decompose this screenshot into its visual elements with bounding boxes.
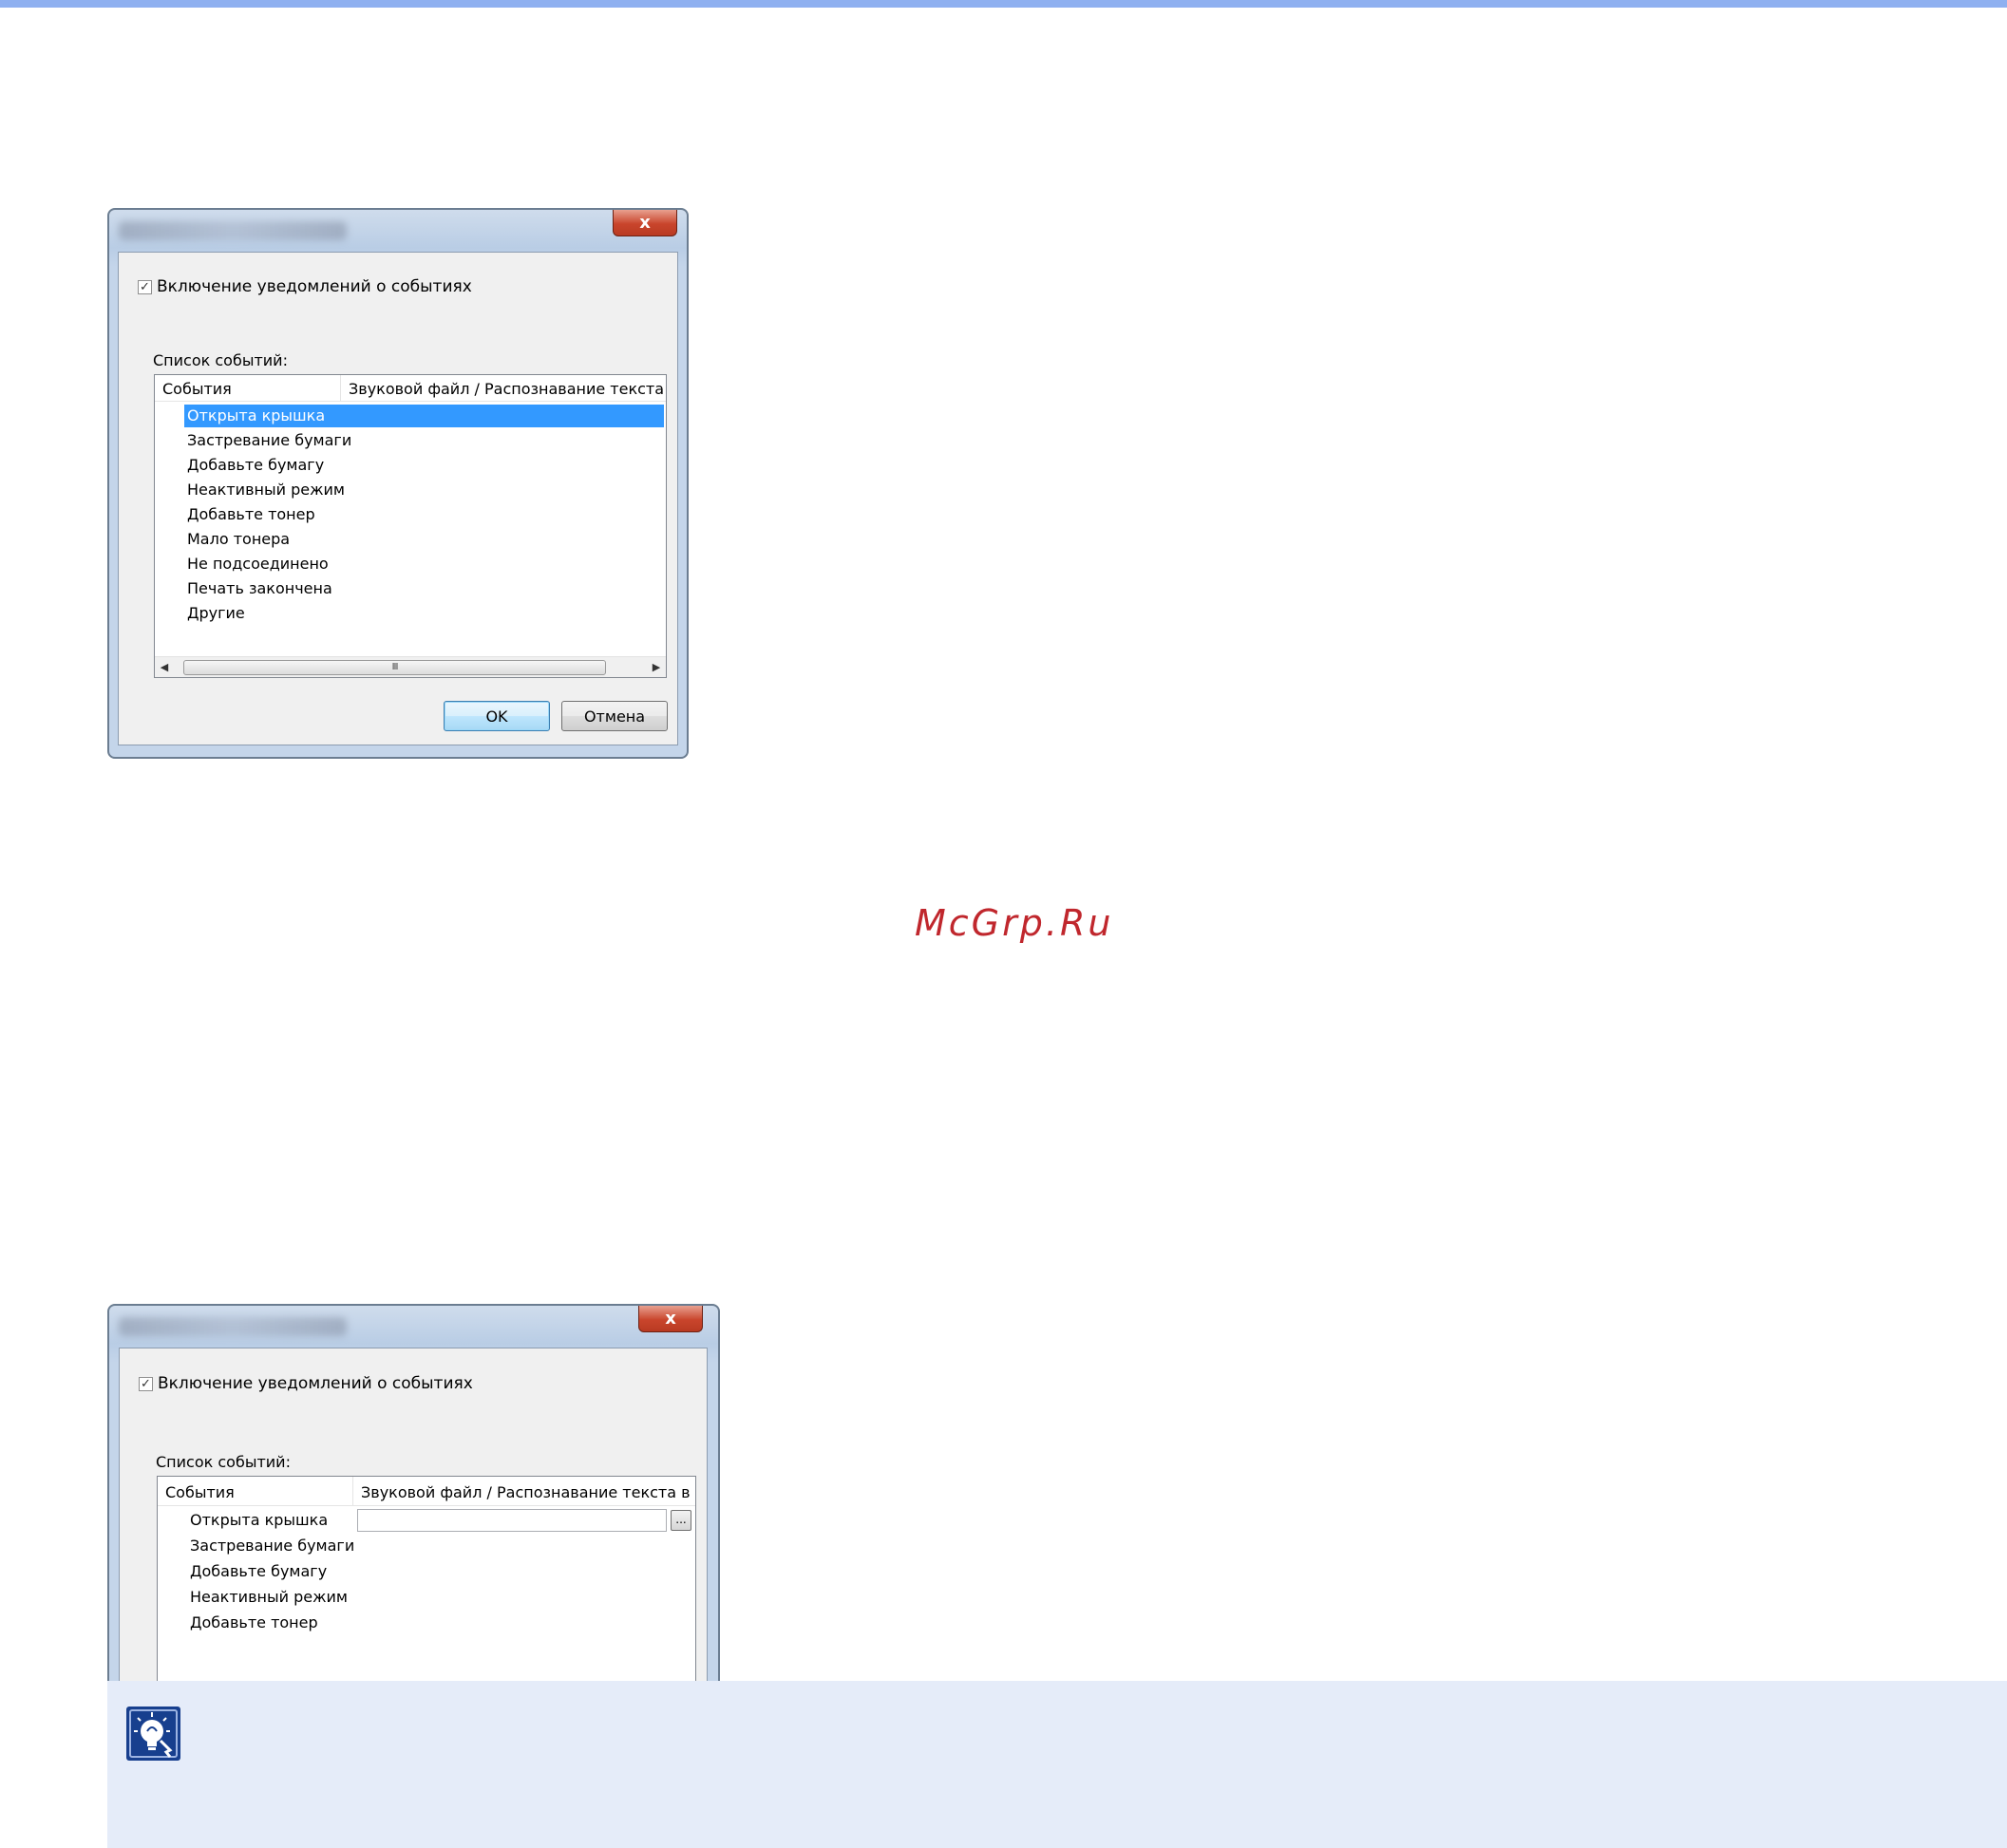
list-item[interactable]: Добавьте тонер [184,503,422,526]
column-header-sound-file[interactable]: Звуковой файл / Распознавание текста в р [361,1483,695,1501]
column-header-sound-file[interactable]: Звуковой файл / Распознавание текста в р [349,380,666,398]
note-box [107,1681,2007,1848]
list-item[interactable]: Открыта крышка [184,405,664,427]
checkbox-box[interactable]: ✓ [139,1376,153,1391]
event-list-view[interactable]: События Звуковой файл / Распознавание те… [154,374,667,678]
checkbox-label: Включение уведомлений о событиях [157,277,472,296]
ok-button[interactable]: OK [444,701,550,731]
list-header: События Звуковой файл / Распознавание те… [158,1477,695,1506]
blurred-dialog-title [119,1317,347,1336]
close-button[interactable]: x [613,210,677,236]
list-item[interactable]: Застревание бумаги [187,1535,354,1557]
sound-file-input[interactable] [357,1509,667,1532]
list-item[interactable]: Мало тонера [184,528,422,551]
close-icon: x [639,213,651,233]
list-item[interactable]: Неактивный режим [187,1586,353,1609]
checkmark-icon: ✓ [141,1376,151,1391]
hint-lightbulb-icon [126,1707,180,1761]
list-item[interactable]: Добавьте бумагу [187,1560,353,1583]
list-header: События Звуковой файл / Распознавание те… [155,375,666,402]
dialog-titlebar[interactable] [109,210,687,248]
list-item[interactable]: Застревание бумаги [184,429,422,452]
dialog-titlebar[interactable] [109,1306,718,1344]
top-accent-bar [0,0,2007,8]
scroll-grip-icon: III [391,662,399,672]
event-list-label: Список событий: [156,1453,291,1471]
column-separator[interactable] [352,1477,353,1505]
event-notification-dialog-editing: x ✓ Включение уведомлений о событиях Спи… [107,1304,720,1703]
column-header-events[interactable]: События [162,380,232,398]
browse-button[interactable]: ... [671,1510,691,1531]
checkmark-icon: ✓ [140,279,150,294]
scroll-thumb[interactable]: III [183,660,606,675]
list-item[interactable]: Не подсоединено [184,553,422,575]
close-icon: x [665,1309,676,1329]
watermark: McGrp.Ru [915,902,1114,944]
checkbox-label: Включение уведомлений о событиях [158,1374,473,1393]
event-notification-dialog: x ✓ Включение уведомлений о событиях Спи… [107,208,689,759]
list-item[interactable]: Неактивный режим [184,479,422,501]
dialog-client-area: ✓ Включение уведомлений о событиях Списо… [119,1348,708,1703]
list-item[interactable]: Добавьте бумагу [184,454,422,477]
checkbox-box[interactable]: ✓ [138,279,152,294]
blurred-dialog-title [119,221,347,240]
scroll-left-icon[interactable]: ◀ [157,660,172,675]
enable-notifications-checkbox[interactable]: ✓ Включение уведомлений о событиях [139,1374,473,1393]
dialog-client-area: ✓ Включение уведомлений о событиях Списо… [118,252,678,745]
list-item[interactable]: Добавьте тонер [187,1612,353,1634]
event-list-view[interactable]: События Звуковой файл / Распознавание те… [157,1476,696,1703]
column-header-events[interactable]: События [165,1483,235,1501]
list-item[interactable]: Печать закончена [184,577,422,600]
enable-notifications-checkbox[interactable]: ✓ Включение уведомлений о событиях [138,277,472,296]
cancel-button[interactable]: Отмена [561,701,668,731]
event-list-label: Список событий: [153,351,288,369]
list-item[interactable]: Открыта крышка [187,1509,353,1532]
scroll-right-icon[interactable]: ▶ [649,660,664,675]
column-separator[interactable] [340,375,341,401]
horizontal-scrollbar[interactable]: ◀ III ▶ [155,656,666,677]
close-button[interactable]: x [638,1306,703,1332]
list-item[interactable]: Другие [184,602,422,625]
